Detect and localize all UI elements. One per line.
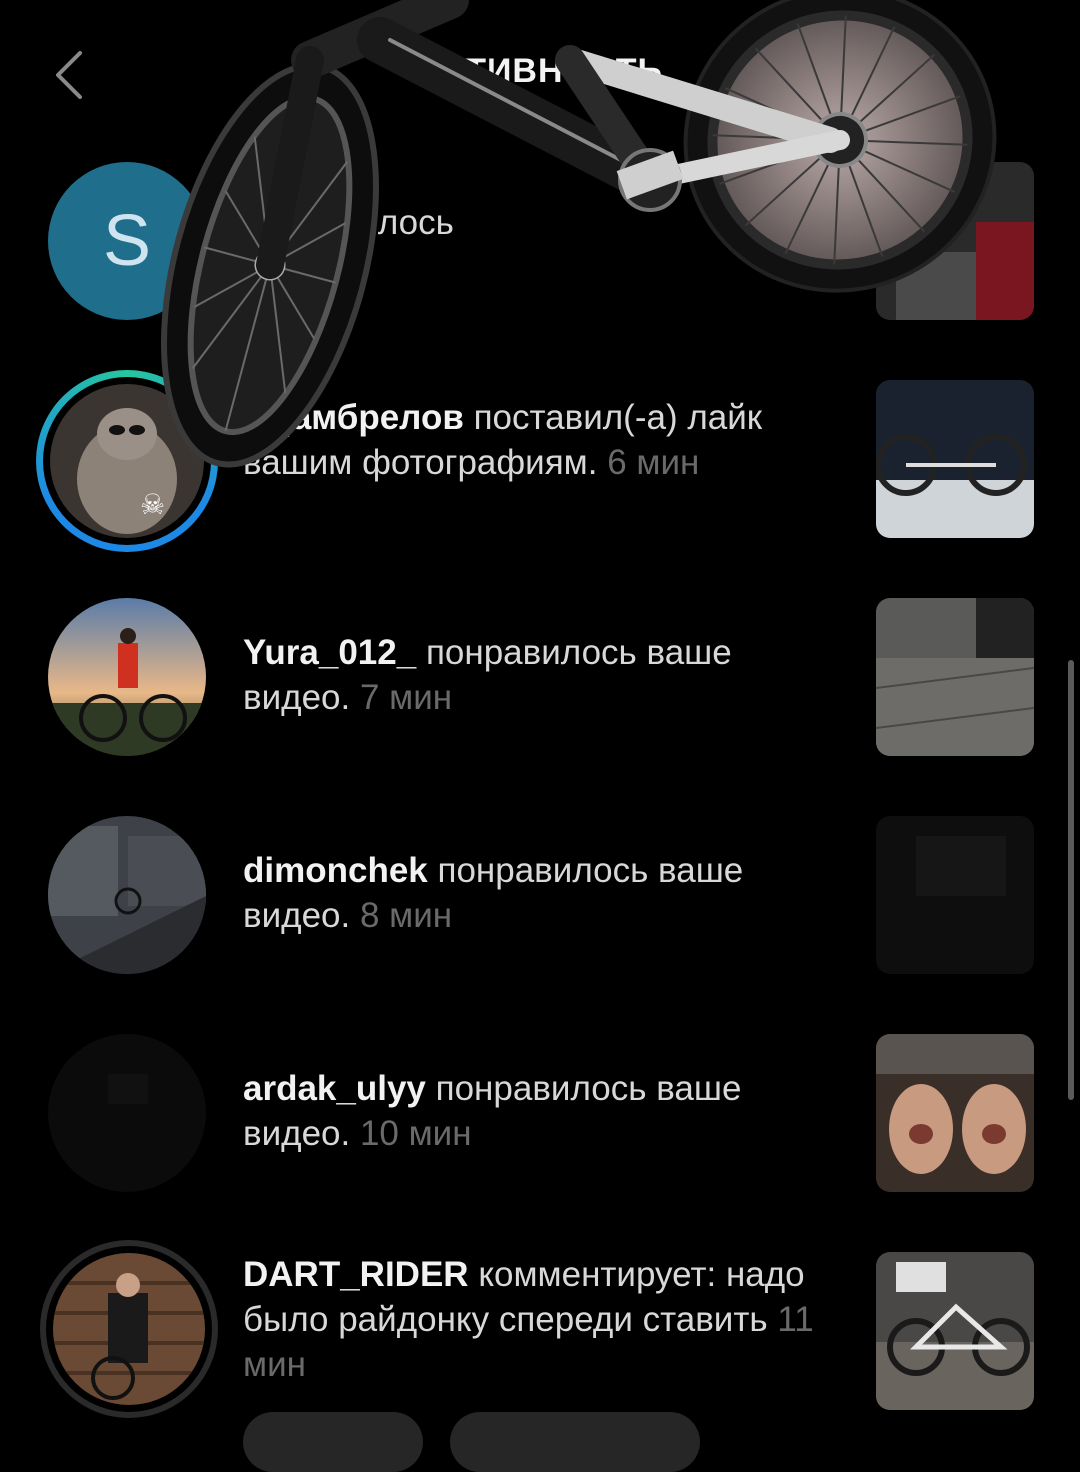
list-item[interactable]: S понравилось . 5 мин [0, 150, 1080, 350]
list-item[interactable]: DART_RIDER комментирует: надо было райдо… [0, 1240, 1080, 1440]
timestamp: 10 мин [359, 1114, 472, 1153]
username[interactable]: ardak_ulyy [243, 1069, 426, 1108]
timestamp: 6 мин [607, 443, 700, 482]
list-item[interactable]: ☠ ик|амбрелов поставил(-а) лайк вашим фо… [0, 370, 1080, 570]
header: АКТИВНОСТЬ [0, 0, 1080, 150]
list-item[interactable]: dimonchek понравилось ваше видео. 8 мин [0, 816, 1080, 1016]
svg-text:☠: ☠ [140, 488, 165, 521]
avatar[interactable]: ☠ [36, 370, 218, 552]
timestamp: . 5 мин [243, 248, 355, 287]
avatar-letter: S [102, 201, 152, 281]
avatar[interactable] [40, 1240, 218, 1418]
post-thumbnail[interactable] [876, 816, 1034, 974]
activity-text: Yura_012_ понравилось ваше видео. 7 мин [243, 630, 843, 720]
username[interactable]: ик|амбрелов [243, 398, 464, 437]
username[interactable]: dimonchek [243, 851, 428, 890]
post-thumbnail[interactable] [876, 598, 1034, 756]
activity-text: dimonchek понравилось ваше видео. 8 мин [243, 848, 843, 938]
avatar[interactable] [48, 598, 206, 756]
avatar[interactable]: S [48, 162, 206, 320]
activity-text: ardak_ulyy понравилось ваше видео. 10 ми… [243, 1066, 843, 1156]
list-item[interactable]: Yura_012_ понравилось ваше видео. 7 мин [0, 598, 1080, 798]
page-title: АКТИВНОСТЬ [417, 52, 663, 90]
post-thumbnail[interactable] [876, 162, 1034, 320]
activity-text: DART_RIDER комментирует: надо было райдо… [243, 1252, 843, 1387]
timestamp: 7 мин [359, 678, 453, 717]
activity-action: понравилось [243, 203, 454, 242]
timestamp: 8 мин [359, 896, 453, 935]
scrollbar[interactable] [1068, 660, 1074, 1100]
username[interactable]: Yura_012_ [243, 633, 416, 672]
username[interactable]: DART_RIDER [243, 1255, 469, 1294]
reply-button[interactable] [450, 1412, 700, 1472]
avatar[interactable] [48, 1034, 206, 1192]
post-thumbnail[interactable] [876, 380, 1034, 538]
list-item[interactable]: ardak_ulyy понравилось ваше видео. 10 ми… [0, 1034, 1080, 1234]
post-thumbnail[interactable] [876, 1252, 1034, 1410]
post-thumbnail[interactable] [876, 1034, 1034, 1192]
activity-text: понравилось . 5 мин [243, 200, 843, 290]
avatar[interactable] [48, 816, 206, 974]
activity-text: ик|амбрелов поставил(-а) лайк вашим фото… [243, 395, 843, 485]
like-reply-button[interactable] [243, 1412, 423, 1472]
